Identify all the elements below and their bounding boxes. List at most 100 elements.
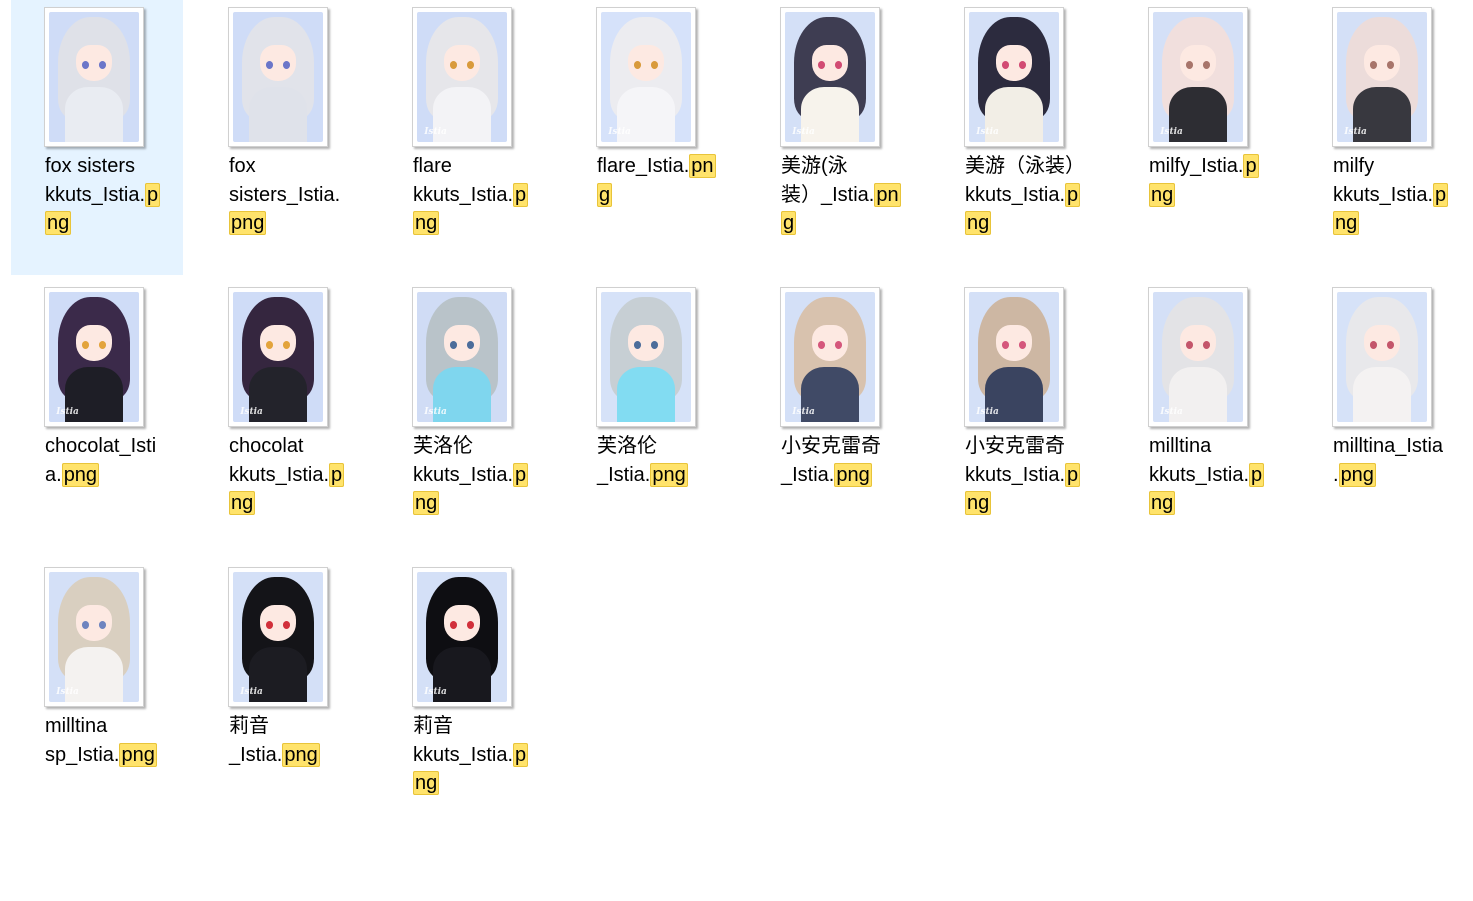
file-name-line: fox <box>229 152 361 181</box>
file-item[interactable]: Istia 美游（泳装） kkuts_Istia. p ng <box>931 0 1103 275</box>
thumbnail-image: Istia <box>417 12 507 142</box>
watermark: Istia <box>792 126 815 137</box>
file-thumbnail[interactable]: Istia <box>412 567 512 707</box>
file-item[interactable]: 芙洛伦 _Istia. png <box>563 280 735 555</box>
file-thumbnail[interactable]: Istia <box>1148 7 1248 147</box>
search-highlight: p <box>329 462 345 487</box>
file-thumbnail[interactable]: Istia <box>44 567 144 707</box>
character-eye <box>282 61 290 70</box>
file-item[interactable]: Istia milltina kkuts_Istia. p ng <box>1115 280 1287 555</box>
file-name-line: ng <box>1149 181 1281 210</box>
file-item[interactable]: Istia 莉音 kkuts_Istia. p ng <box>379 560 551 835</box>
file-item[interactable]: Istia milltina sp_Istia. png <box>11 560 183 835</box>
file-name-line: milfy <box>1333 152 1465 181</box>
file-name-label[interactable]: 莉音 kkuts_Istia. p ng <box>413 712 545 798</box>
file-thumbnail[interactable]: Istia <box>780 287 880 427</box>
file-name-text: _Istia. <box>229 743 283 766</box>
file-name-label[interactable]: 芙洛伦 kkuts_Istia. p ng <box>413 432 545 518</box>
file-name-label[interactable]: 美游(泳装）_Istia. pn g <box>781 152 913 238</box>
file-item[interactable]: Istia chocolat kkuts_Istia. p ng <box>195 280 367 555</box>
file-thumbnail[interactable] <box>44 7 144 147</box>
file-name-label[interactable]: 小安克雷奇 kkuts_Istia. p ng <box>965 432 1097 518</box>
file-thumbnail[interactable]: Istia <box>1148 287 1248 427</box>
search-highlight: p <box>1243 154 1259 178</box>
file-thumbnail[interactable]: Istia <box>780 7 880 147</box>
file-name-line: png <box>229 209 361 238</box>
file-name-label[interactable]: milltina_Istia. png <box>1333 432 1465 489</box>
thumbnail-image: Istia <box>785 12 875 142</box>
search-highlight: p <box>513 462 529 487</box>
file-name-label[interactable]: flare_Istia. pn g <box>597 152 729 209</box>
file-name-line: g <box>781 209 913 238</box>
file-name-text: 芙洛伦 <box>413 435 473 457</box>
thumbnail-image: Istia <box>785 292 875 422</box>
file-item[interactable]: Istia milfy kkuts_Istia. p ng <box>1299 0 1471 275</box>
file-name-label[interactable]: fox sisters_Istia. png <box>229 152 361 238</box>
watermark: Istia <box>56 686 79 697</box>
file-name-text: kkuts_Istia. <box>45 183 146 206</box>
watermark: Istia <box>424 686 447 697</box>
thumbnail-image: Istia <box>233 572 323 702</box>
file-name-text: 美游(泳 <box>781 155 848 177</box>
file-item[interactable]: Istia 芙洛伦 kkuts_Istia. p ng <box>379 280 551 555</box>
file-item[interactable]: fox sisters_Istia. png <box>195 0 367 275</box>
file-item[interactable]: Istia 小安克雷奇 _Istia. png <box>747 280 919 555</box>
file-thumbnail[interactable]: Istia <box>228 567 328 707</box>
file-name-label[interactable]: flare kkuts_Istia. p ng <box>413 152 545 238</box>
file-thumbnail[interactable] <box>228 7 328 147</box>
watermark: Istia <box>792 406 815 417</box>
file-name-label[interactable]: chocolat kkuts_Istia. p ng <box>229 432 361 518</box>
character-eye <box>1386 341 1394 350</box>
file-thumbnail[interactable]: Istia <box>228 287 328 427</box>
file-name-text: fox <box>229 155 256 177</box>
file-name-line: 芙洛伦 <box>597 432 729 461</box>
file-name-line: 装）_Istia. pn <box>781 181 913 210</box>
file-name-line: kkuts_Istia. p <box>1333 181 1465 210</box>
file-item[interactable]: Istia 小安克雷奇 kkuts_Istia. p ng <box>931 280 1103 555</box>
file-item[interactable]: Istia flare_Istia. pn g <box>563 0 735 275</box>
search-highlight: png <box>834 462 872 487</box>
file-item[interactable]: Istia 莉音 _Istia. png <box>195 560 367 835</box>
file-name-label[interactable]: milltina kkuts_Istia. p ng <box>1149 432 1281 518</box>
file-thumbnail[interactable] <box>1332 287 1432 427</box>
thumbnail-image <box>49 12 139 142</box>
file-name-line: 美游(泳 <box>781 152 913 181</box>
file-thumbnail[interactable]: Istia <box>596 7 696 147</box>
search-highlight: ng <box>1333 211 1360 235</box>
file-name-line: milfy_Istia. p <box>1149 152 1281 181</box>
file-name-text: chocolat_Isti <box>45 435 157 457</box>
file-name-line: kkuts_Istia. p <box>413 181 545 210</box>
file-name-line: chocolat <box>229 432 361 461</box>
file-thumbnail[interactable]: Istia <box>412 287 512 427</box>
character-eye <box>466 341 474 350</box>
file-name-label[interactable]: chocolat_Isti a. png <box>45 432 177 489</box>
file-thumbnail[interactable]: Istia <box>964 287 1064 427</box>
file-item[interactable]: Istia 美游(泳装）_Istia. pn g <box>747 0 919 275</box>
file-name-line: kkuts_Istia. p <box>965 181 1097 210</box>
character-eye <box>282 341 290 350</box>
search-highlight: png <box>650 462 688 487</box>
file-item[interactable]: milltina_Istia. png <box>1299 280 1471 555</box>
file-thumbnail[interactable]: Istia <box>964 7 1064 147</box>
file-item[interactable]: Istia flare kkuts_Istia. p ng <box>379 0 551 275</box>
file-item[interactable]: fox sisters kkuts_Istia. p ng <box>11 0 183 275</box>
file-name-label[interactable]: milfy_Istia. p ng <box>1149 152 1281 209</box>
character-eye <box>1202 61 1210 70</box>
file-item[interactable]: Istia milfy_Istia. p ng <box>1115 0 1287 275</box>
file-name-label[interactable]: fox sisters kkuts_Istia. p ng <box>45 152 177 238</box>
file-name-label[interactable]: 莉音 _Istia. png <box>229 712 361 769</box>
file-name-label[interactable]: milltina sp_Istia. png <box>45 712 177 769</box>
file-thumbnail[interactable]: Istia <box>412 7 512 147</box>
file-name-line: flare_Istia. pn <box>597 152 729 181</box>
file-name-line: 芙洛伦 <box>413 432 545 461</box>
file-item[interactable]: Istia chocolat_Isti a. png <box>11 280 183 555</box>
file-name-label[interactable]: milfy kkuts_Istia. p ng <box>1333 152 1465 238</box>
file-name-label[interactable]: 美游（泳装） kkuts_Istia. p ng <box>965 152 1097 238</box>
file-thumbnail[interactable]: Istia <box>44 287 144 427</box>
file-thumbnail[interactable] <box>596 287 696 427</box>
file-thumbnail[interactable]: Istia <box>1332 7 1432 147</box>
file-name-label[interactable]: 小安克雷奇 _Istia. png <box>781 432 913 489</box>
file-name-label[interactable]: 芙洛伦 _Istia. png <box>597 432 729 489</box>
character-eye <box>650 61 658 70</box>
file-name-line: _Istia. png <box>229 741 361 770</box>
